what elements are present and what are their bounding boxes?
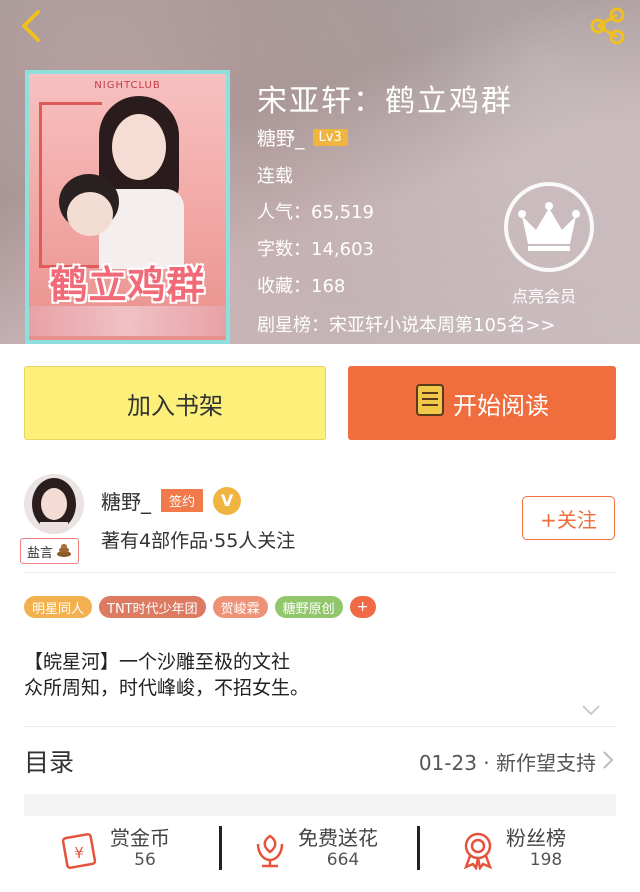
- book-word-count: 字数：14,603: [257, 239, 374, 260]
- chevron-right-icon[interactable]: [602, 750, 614, 770]
- red-envelope-icon: ¥: [61, 830, 102, 870]
- fan-ranking-button[interactable]: 粉丝榜 198: [458, 822, 640, 882]
- stat-value: 56: [134, 850, 156, 870]
- tag-list: 明星同人 TNT时代少年团 贺峻霖 糖野原创 +: [24, 596, 376, 618]
- author-card-name[interactable]: 糖野_: [101, 486, 151, 515]
- divider: [24, 572, 616, 573]
- author-tag-label: 盐言: [27, 545, 54, 561]
- book-header: NIGHTCLUB 鹤立鸡群 宋亚轩：鹤立鸡群 糖野_ Lv3 连载 人气：65…: [0, 0, 640, 344]
- level-badge: Lv3: [312, 129, 348, 146]
- author-line: 糖野_ Lv3: [257, 124, 348, 151]
- book-description: 【皖星河】一个沙雕至极的文社 众所周知，时代峰峻，不招女生。: [24, 649, 309, 701]
- start-reading-label: 开始阅读: [453, 391, 549, 420]
- add-to-shelf-button[interactable]: 加入书架: [24, 366, 326, 440]
- free-flowers-button[interactable]: 免费送花 664: [250, 822, 440, 882]
- tag-item[interactable]: 贺峻霖: [212, 596, 268, 618]
- book-status: 连载: [257, 166, 293, 187]
- author-tag: 盐言: [20, 538, 80, 564]
- signed-badge: 签约: [161, 489, 204, 512]
- tag-item[interactable]: TNT时代少年团: [99, 596, 206, 618]
- toc-update[interactable]: 01-23 · 新作望支持: [419, 747, 596, 776]
- author-stats: 著有4部作品·55人关注: [101, 530, 296, 552]
- chevron-down-icon[interactable]: [580, 702, 602, 716]
- back-icon[interactable]: [14, 6, 50, 46]
- stat-label: 免费送花: [298, 826, 378, 850]
- poop-icon: [56, 541, 72, 561]
- description-line: 【皖星河】一个沙雕至极的文社: [24, 651, 291, 673]
- tag-item[interactable]: 糖野原创: [274, 596, 343, 618]
- divider: [219, 826, 222, 870]
- medal-icon: [458, 830, 498, 871]
- follow-button[interactable]: +关注: [522, 496, 615, 540]
- book-popularity: 人气：65,519: [257, 202, 374, 223]
- flower-icon: [250, 830, 290, 870]
- toc-label[interactable]: 目录: [24, 743, 74, 779]
- vip-label[interactable]: 点亮会员: [512, 283, 576, 307]
- book-title: 宋亚轩：鹤立鸡群: [257, 84, 513, 119]
- tag-item[interactable]: 明星同人: [24, 596, 93, 618]
- avatar[interactable]: [24, 474, 84, 534]
- add-to-shelf-label: 加入书架: [127, 391, 223, 420]
- add-tag-button[interactable]: +: [349, 596, 376, 618]
- divider: [417, 826, 420, 870]
- stat-label: 赏金币: [110, 826, 170, 850]
- book-cover[interactable]: NIGHTCLUB 鹤立鸡群: [25, 70, 230, 344]
- cover-title: 鹤立鸡群: [49, 263, 206, 307]
- divider: [24, 726, 616, 727]
- author-card: 糖野_ 签约 V: [101, 486, 242, 515]
- vip-badge-icon: V: [213, 486, 242, 515]
- share-icon[interactable]: [586, 6, 628, 46]
- book-icon: [415, 383, 445, 423]
- stat-value: 198: [529, 850, 563, 870]
- cover-top-text: NIGHTCLUB: [94, 80, 161, 91]
- reward-coins-button[interactable]: ¥ 赏金币 56: [61, 822, 252, 882]
- stat-label: 粉丝榜: [506, 826, 566, 850]
- svg-text:¥: ¥: [74, 844, 84, 862]
- author-name[interactable]: 糖野_: [257, 124, 305, 151]
- start-reading-button[interactable]: 开始阅读: [348, 366, 616, 440]
- weekly-rank-link[interactable]: 剧星榜：宋亚轩小说本周第105名>>: [257, 311, 556, 337]
- section-spacer: [24, 794, 616, 816]
- stat-value: 664: [326, 850, 360, 870]
- crown-icon[interactable]: [504, 182, 594, 272]
- description-line: 众所周知，时代峰峻，不招女生。: [24, 677, 310, 699]
- book-collections: 收藏：168: [257, 276, 346, 297]
